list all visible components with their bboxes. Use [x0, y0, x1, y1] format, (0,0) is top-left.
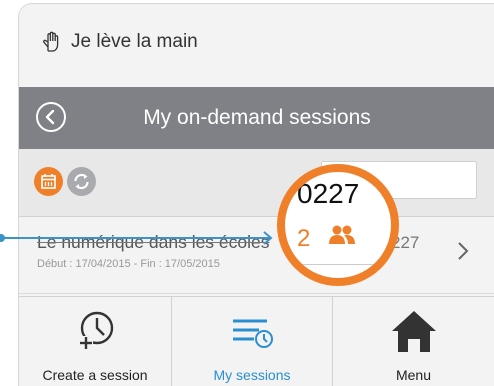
- tab-label: Create a session: [42, 367, 148, 383]
- calendar-filter-button[interactable]: [34, 167, 63, 196]
- session-list-item[interactable]: Le numérique dans les écoles Début : 17/…: [19, 217, 494, 294]
- app-name: Je lève la main: [71, 31, 198, 52]
- tab-create-session[interactable]: Create a session: [19, 297, 171, 386]
- tab-my-sessions[interactable]: My sessions: [171, 297, 333, 386]
- app-header: Je lève la main: [19, 4, 494, 87]
- callout-line: [0, 237, 270, 239]
- tab-label: My sessions: [213, 367, 291, 383]
- home-icon: [391, 311, 436, 352]
- chevron-right-icon: [458, 242, 469, 260]
- filter-bar: [19, 149, 494, 217]
- session-dates: Début : 17/04/2015 - Fin : 17/05/2015: [37, 258, 220, 270]
- list-clock-icon: [233, 319, 273, 348]
- tab-label: Menu: [395, 367, 432, 383]
- refresh-button[interactable]: [67, 167, 96, 196]
- magnified-session-code: 0227: [297, 178, 360, 209]
- session-title: Le numérique dans les écoles: [37, 232, 270, 252]
- page-title: My on-demand sessions: [143, 106, 371, 129]
- refresh-icon: [74, 173, 89, 190]
- clock-plus-icon: [79, 311, 114, 350]
- tab-bar: Create a session My sessions Menu: [19, 296, 494, 386]
- calendar-icon: [41, 174, 56, 189]
- tab-menu[interactable]: Menu: [332, 297, 494, 386]
- callout-arrow-icon: [263, 231, 273, 245]
- app-window: Je lève la main My on-demand sessions Le…: [18, 3, 494, 386]
- app-title: Je lève la main: [41, 30, 198, 54]
- raised-hand-icon: [43, 31, 59, 52]
- people-icon: [329, 225, 355, 244]
- navigation-bar: My on-demand sessions: [19, 87, 494, 149]
- magnifier-callout: 0227 2: [277, 164, 399, 286]
- participant-count: 2: [297, 225, 311, 252]
- divider: [285, 264, 391, 265]
